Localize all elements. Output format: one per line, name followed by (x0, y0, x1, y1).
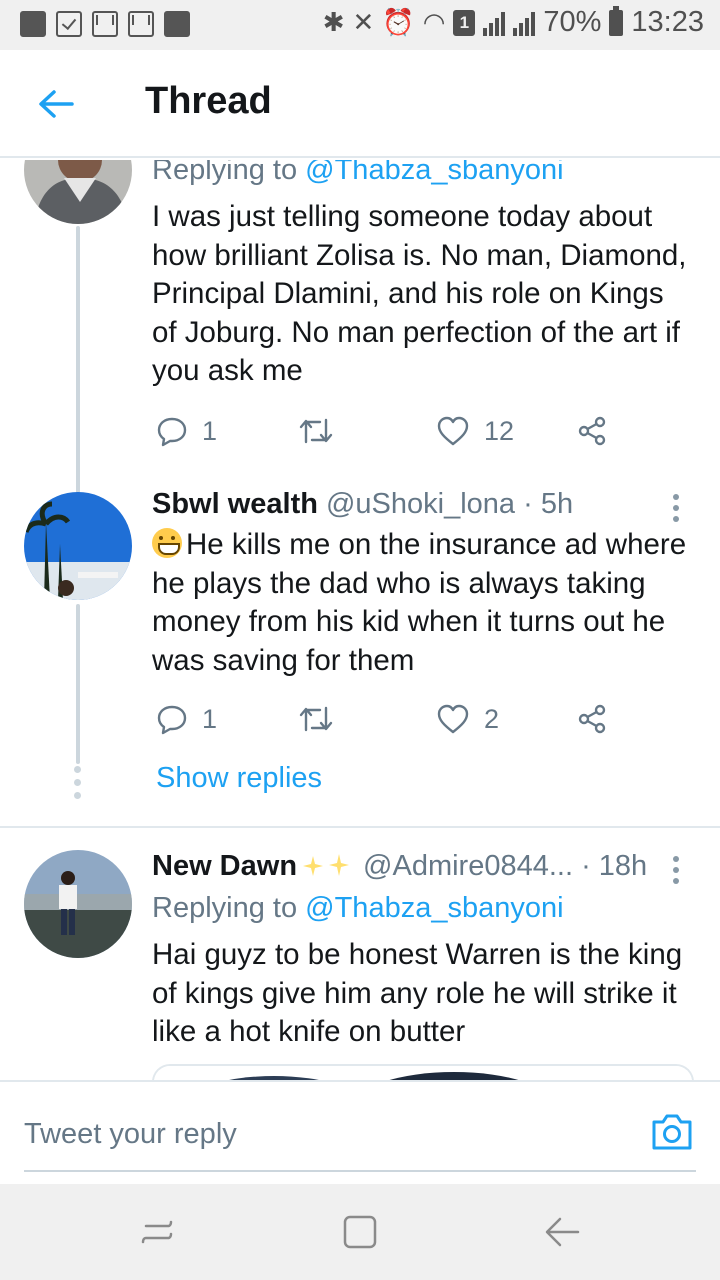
reply-button[interactable]: 1 (156, 696, 217, 742)
notification-mail-icon (128, 11, 154, 37)
more-options-button[interactable] (666, 488, 686, 528)
camera-button[interactable] (650, 1112, 694, 1156)
tweet-actions: 1 2 (152, 696, 632, 742)
show-replies-link[interactable]: Show replies (156, 762, 322, 795)
thread-ellipsis (74, 766, 81, 799)
notification-icons (20, 11, 190, 37)
heart-icon (437, 704, 469, 734)
like-count: 12 (484, 415, 515, 446)
notification-mail-icon (92, 11, 118, 37)
tweet-media[interactable] (152, 1064, 694, 1080)
wifi-icon: ◠ (422, 7, 446, 37)
retweet-button[interactable] (298, 696, 334, 742)
share-button[interactable] (576, 696, 608, 742)
arrow-left-icon (39, 90, 74, 118)
replying-handle-link[interactable]: @Thabza_sbanyoni (305, 892, 563, 924)
recent-apps-button[interactable] (140, 1212, 180, 1252)
notification-photo-icon (20, 11, 46, 37)
back-button[interactable] (30, 78, 82, 130)
retweet-icon (299, 706, 333, 732)
divider (0, 826, 720, 828)
more-options-button[interactable] (666, 850, 686, 890)
back-nav-button[interactable] (542, 1212, 582, 1252)
like-count: 2 (484, 703, 500, 734)
reply-input[interactable]: Tweet your reply (24, 1100, 696, 1172)
replying-to: Replying to @Thabza_sbanyoni (152, 892, 564, 925)
battery-icon (609, 5, 624, 36)
alarm-icon: ⏰ (382, 7, 415, 37)
reply-icon (157, 705, 187, 735)
recent-apps-icon (141, 1220, 173, 1244)
avatar[interactable] (24, 850, 132, 958)
notification-image-icon (164, 11, 190, 37)
like-button[interactable]: 2 (436, 696, 499, 742)
author-name[interactable]: New Dawn (152, 850, 297, 883)
notification-check-icon (56, 11, 82, 37)
reply-icon (157, 417, 187, 447)
replying-handle-link[interactable]: @Thabza_sbanyoni (305, 160, 563, 186)
tweet-text-container: He kills me on the insurance ad where he… (152, 526, 692, 680)
author-name[interactable]: Sbwl wealth (152, 488, 318, 521)
home-button[interactable] (340, 1212, 380, 1252)
avatar[interactable] (24, 160, 132, 224)
camera-icon (652, 1114, 692, 1150)
reply-count: 1 (202, 415, 218, 446)
reply-count: 1 (202, 703, 218, 734)
replying-prefix: Replying to (152, 160, 306, 186)
reply-button[interactable]: 1 (156, 408, 217, 454)
grinning-face-emoji-icon (152, 528, 182, 558)
signal-icon (483, 10, 506, 36)
app-header: Thread (0, 50, 720, 158)
share-button[interactable] (576, 408, 608, 454)
share-icon (578, 416, 606, 446)
tweet-text: I was just telling someone today about h… (152, 200, 687, 387)
thread-connector (76, 604, 80, 764)
reply-composer: Tweet your reply (0, 1080, 720, 1184)
status-bar: ✱ ✕ ⏰ ◠ 1 70% 13:23 (0, 0, 720, 50)
tweet-actions: 1 12 (152, 408, 632, 454)
page-title: Thread (145, 80, 272, 122)
back-arrow-icon (545, 1217, 580, 1247)
clock: 13:23 (631, 6, 704, 38)
tweet-text: He kills me on the insurance ad where he… (152, 528, 687, 677)
home-icon (343, 1215, 377, 1249)
battery-percent: 70% (543, 6, 602, 38)
mute-icon: ✕ (352, 7, 375, 37)
system-nav-bar (0, 1184, 720, 1280)
share-icon (578, 704, 606, 734)
system-indicators: ✱ ✕ ⏰ ◠ 1 70% 13:23 (322, 5, 704, 39)
tweet-author-row: New Dawn @Admire0844... · 18h (152, 850, 647, 883)
bluetooth-icon: ✱ (322, 7, 345, 37)
heart-icon (437, 416, 469, 446)
thread-list[interactable]: Replying to @Thabza_sbanyoni I was just … (0, 160, 720, 1080)
signal-icon-2 (513, 10, 536, 36)
tweet-author-row: Sbwl wealth @uShoki_lona · 5h (152, 488, 573, 521)
retweet-icon (299, 418, 333, 444)
replying-prefix: Replying to (152, 892, 306, 924)
retweet-button[interactable] (298, 408, 334, 454)
avatar[interactable] (24, 492, 132, 600)
replying-to: Replying to @Thabza_sbanyoni (152, 160, 564, 187)
author-handle-time: @uShoki_lona · 5h (325, 488, 574, 520)
sim-icon: 1 (453, 9, 476, 36)
tweet-text: Hai guyz to be honest Warren is the king… (152, 938, 683, 1048)
sparkles-emoji-icon (303, 853, 350, 876)
author-handle-time: @Admire0844... · 18h (363, 850, 648, 882)
like-button[interactable]: 12 (436, 408, 514, 454)
